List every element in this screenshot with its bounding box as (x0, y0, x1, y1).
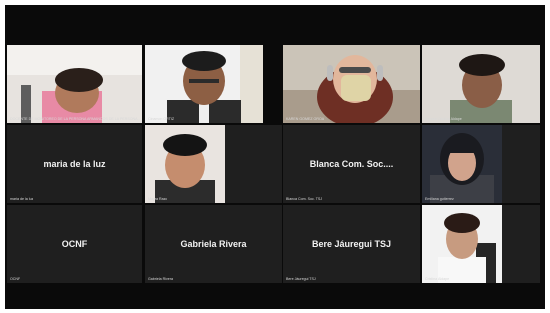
participant-video-12 (422, 205, 502, 283)
participant-name-12: Cristina Aldape (425, 277, 450, 281)
participant-tile-11[interactable]: Bere Jáuregui TSJ Bere Jáuregui TSJ (283, 205, 420, 283)
participant-tile-4[interactable]: Sandra Cristina Aldape (422, 45, 540, 123)
participant-name-5: maria de la luz (10, 197, 34, 201)
participant-name-6: Mayra Razo (148, 197, 168, 201)
participant-name-11: Bere Jáuregui TSJ (286, 277, 316, 281)
participant-video-6 (145, 125, 225, 203)
participant-tile-10[interactable]: Gabriela Rivera Gabriela Rivera (145, 205, 282, 283)
participant-name-1: DOCENTE DE MONITOREO DE LA PERSONA ARMAN… (10, 117, 140, 121)
participant-video-4 (422, 45, 540, 123)
participant-name-7: Blanca Com. Soc. TSJ (286, 197, 323, 201)
video-call-grid: DOCENTE DE MONITOREO DE LA PERSONA ARMAN… (5, 5, 545, 309)
participant-video-1 (7, 45, 142, 123)
participant-name-10: Gabriela Rivera (148, 277, 173, 281)
participant-tile-5[interactable]: maria de la luz maria de la luz (7, 125, 142, 203)
participant-display-name-7: Blanca Com. Soc.... (309, 159, 394, 169)
participant-tile-7[interactable]: Blanca Com. Soc.... Blanca Com. Soc. TSJ (283, 125, 420, 203)
participant-display-name-9: OCNF (61, 239, 88, 249)
participant-name-4: Sandra Cristina Aldape (425, 117, 462, 121)
participant-video-3 (283, 45, 420, 123)
participant-name-8: Emiliana gutierrez (425, 197, 454, 201)
participant-display-name-10: Gabriela Rivera (180, 239, 247, 249)
participant-tile-6[interactable]: Mayra Razo (145, 125, 282, 203)
participant-display-name-5: maria de la luz (43, 159, 106, 169)
participant-tile-8[interactable]: Emiliana gutierrez (422, 125, 540, 203)
participant-tile-12[interactable]: Cristina Aldape (422, 205, 540, 283)
participant-tile-1[interactable]: DOCENTE DE MONITOREO DE LA PERSONA ARMAN… (7, 45, 142, 123)
participant-tile-2[interactable]: Cinamon ORTIZ (145, 45, 263, 123)
participant-tile-3[interactable]: KAREN GOMEZ OROA (283, 45, 420, 123)
participant-name-3: KAREN GOMEZ OROA (286, 117, 325, 121)
participant-name-2: Cinamon ORTIZ (148, 117, 175, 121)
participant-name-9: OCNF (10, 277, 21, 281)
participant-video-8 (422, 125, 502, 203)
participant-tile-9[interactable]: OCNF OCNF (7, 205, 142, 283)
participant-video-2 (145, 45, 263, 123)
participant-display-name-11: Bere Jáuregui TSJ (311, 239, 392, 249)
